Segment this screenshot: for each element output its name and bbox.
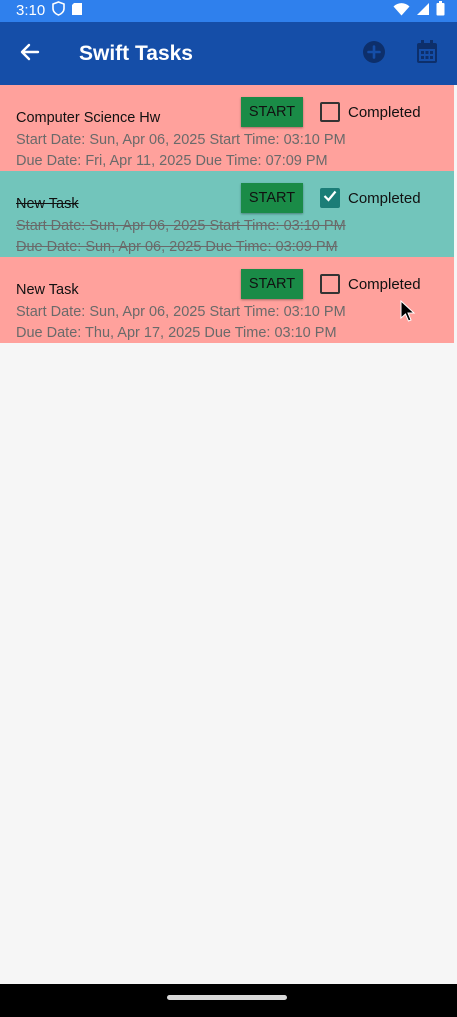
- task-start-datetime: Start Date: Sun, Apr 06, 2025 Start Time…: [16, 218, 346, 234]
- app-bar: Swift Tasks: [0, 22, 457, 85]
- sd-card-icon: [71, 2, 83, 21]
- status-bar: 3:10: [0, 0, 457, 22]
- calendar-icon: [416, 39, 438, 69]
- task-card[interactable]: Computer Science Hw Start Date: Sun, Apr…: [0, 85, 454, 171]
- add-task-button[interactable]: [361, 40, 387, 69]
- shield-icon: [52, 1, 65, 21]
- task-title: New Task: [16, 282, 79, 298]
- task-due-datetime: Due Date: Fri, Apr 11, 2025 Due Time: 07…: [16, 153, 328, 169]
- checkmark-icon: [323, 189, 337, 207]
- task-title: Computer Science Hw: [16, 110, 161, 126]
- task-title: New Task: [16, 196, 79, 212]
- start-button[interactable]: START: [241, 183, 303, 213]
- status-left-icons: [52, 1, 83, 21]
- completed-checkbox[interactable]: [320, 102, 340, 122]
- home-indicator[interactable]: [167, 995, 287, 1000]
- battery-icon: [436, 1, 445, 21]
- calendar-button[interactable]: [414, 39, 440, 69]
- start-button[interactable]: START: [241, 97, 303, 127]
- back-button[interactable]: [16, 40, 44, 68]
- status-time: 3:10: [16, 2, 46, 19]
- completed-label[interactable]: Completed: [348, 190, 421, 207]
- task-card[interactable]: New Task Start Date: Sun, Apr 06, 2025 S…: [0, 171, 454, 257]
- add-circle-icon: [362, 40, 386, 69]
- navigation-bar: [0, 984, 457, 1017]
- task-start-datetime: Start Date: Sun, Apr 06, 2025 Start Time…: [16, 304, 346, 320]
- completed-checkbox[interactable]: [320, 188, 340, 208]
- task-card[interactable]: New Task Start Date: Sun, Apr 06, 2025 S…: [0, 257, 454, 343]
- signal-icon: [416, 2, 430, 21]
- app-title: Swift Tasks: [79, 42, 193, 65]
- start-button[interactable]: START: [241, 269, 303, 299]
- task-list: Computer Science Hw Start Date: Sun, Apr…: [0, 85, 454, 343]
- completed-label[interactable]: Completed: [348, 276, 421, 293]
- mouse-pointer-icon: [400, 299, 416, 324]
- wifi-icon: [393, 2, 410, 21]
- task-due-datetime: Due Date: Sun, Apr 06, 2025 Due Time: 03…: [16, 239, 338, 255]
- completed-label[interactable]: Completed: [348, 104, 421, 121]
- status-right-icons: [393, 1, 445, 21]
- task-start-datetime: Start Date: Sun, Apr 06, 2025 Start Time…: [16, 132, 346, 148]
- task-due-datetime: Due Date: Thu, Apr 17, 2025 Due Time: 03…: [16, 325, 337, 341]
- completed-checkbox[interactable]: [320, 274, 340, 294]
- back-arrow-icon: [20, 42, 40, 67]
